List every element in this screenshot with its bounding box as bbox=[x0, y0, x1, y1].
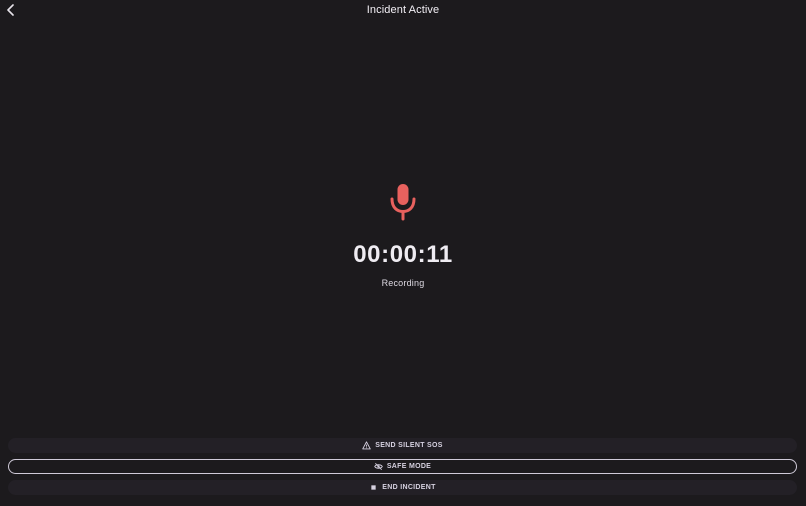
recording-status: Recording bbox=[381, 278, 425, 288]
page-title: Incident Active bbox=[366, 4, 440, 16]
send-silent-sos-label: SEND SILENT SOS bbox=[375, 442, 443, 449]
microphone-icon bbox=[390, 184, 416, 221]
eye-off-icon bbox=[374, 462, 383, 471]
action-buttons: SEND SILENT SOS SAFE MODE END INCIDENT bbox=[8, 438, 797, 501]
elapsed-timer: 00:00:11 bbox=[353, 241, 453, 268]
end-incident-button[interactable]: END INCIDENT bbox=[8, 480, 797, 495]
incident-screen: Incident Active 00:00:11 Recording SEND … bbox=[0, 0, 806, 506]
header-bar: Incident Active bbox=[0, 0, 806, 22]
stop-square-icon bbox=[369, 483, 378, 492]
end-incident-label: END INCIDENT bbox=[382, 484, 436, 491]
send-silent-sos-button[interactable]: SEND SILENT SOS bbox=[8, 438, 797, 453]
warning-triangle-icon bbox=[362, 441, 371, 450]
safe-mode-label: SAFE MODE bbox=[386, 463, 432, 470]
safe-mode-button[interactable]: SAFE MODE bbox=[8, 459, 797, 474]
recording-panel: 00:00:11 Recording bbox=[0, 182, 806, 288]
